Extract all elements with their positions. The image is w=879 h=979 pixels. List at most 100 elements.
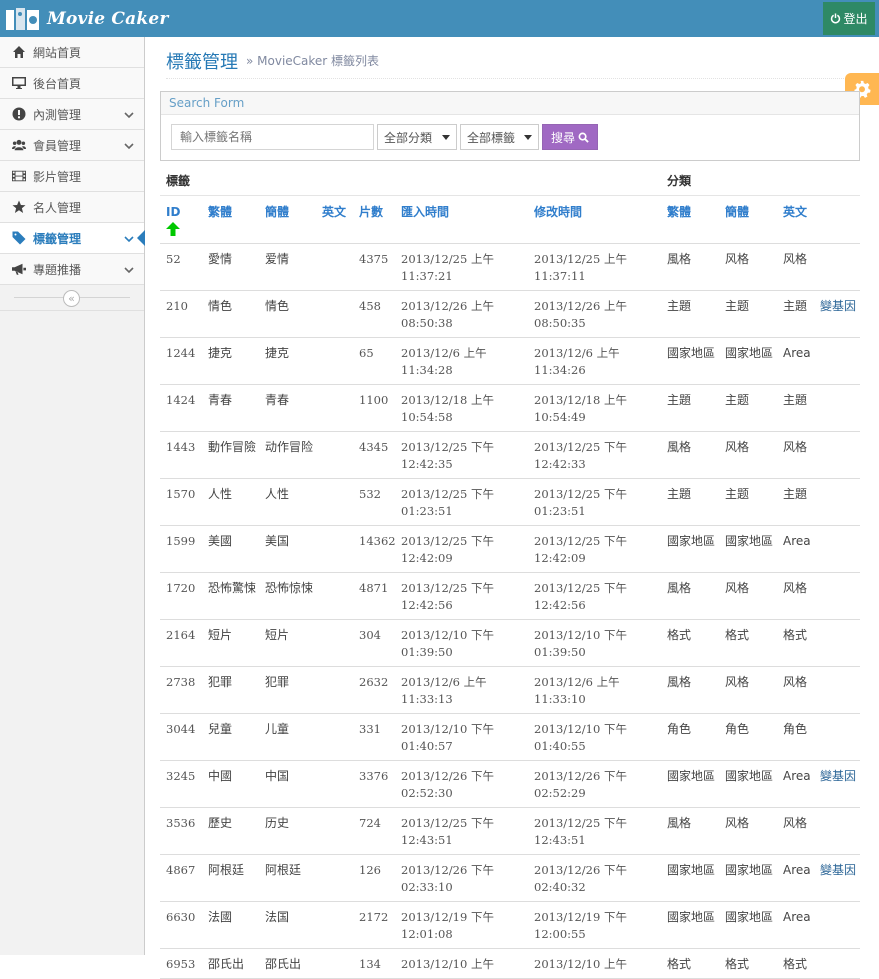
cell-imported: 2013/12/26 下午 02:52:30 xyxy=(395,760,528,808)
col-header-action xyxy=(814,195,861,244)
table-row: 4867 阿根廷 阿根廷 126 2013/12/26 下午 02:33:10 2013/… xyxy=(160,854,861,902)
cell-cat-trad: 國家地區 xyxy=(661,525,720,573)
col-header-simp[interactable]: 簡體 xyxy=(259,195,316,244)
cell-cat-simp: 角色 xyxy=(719,713,778,761)
col-header-modified[interactable]: 修改時間 xyxy=(528,195,662,244)
cell-simp: 犯罪 xyxy=(259,666,316,714)
sidebar-item-tags[interactable]: 標籤管理 xyxy=(0,223,145,254)
logout-button[interactable]: 登出 xyxy=(823,2,875,35)
cell-modified: 2013/12/25 下午 12:42:33 xyxy=(528,431,662,479)
cell-count: 532 xyxy=(353,478,395,526)
cell-cat-simp: 主题 xyxy=(719,384,778,432)
cell-cat-simp: 格式 xyxy=(719,619,778,667)
table-row: 52 愛情 爱情 4375 2013/12/25 上午 11:37:21 2013/12/… xyxy=(160,243,861,291)
cell-trad: 短片 xyxy=(202,619,259,667)
cell-modified: 2013/12/25 下午 12:43:51 xyxy=(528,807,662,855)
cell-simp: 短片 xyxy=(259,619,316,667)
tag-select[interactable]: 全部標籤 xyxy=(460,124,539,150)
cell-modified: 2013/12/10 下午 01:39:50 xyxy=(528,619,662,667)
col-header-imported[interactable]: 匯入時間 xyxy=(395,195,528,244)
cell-cat-simp: 國家地區 xyxy=(719,525,778,573)
col-header-cat-simp[interactable]: 簡體 xyxy=(719,195,778,244)
col-header-trad[interactable]: 繁體 xyxy=(202,195,259,244)
table-row: 3536 歷史 历史 724 2013/12/25 下午 12:43:51 2013/12… xyxy=(160,807,861,855)
chevron-down-icon xyxy=(124,140,134,150)
cell-trad: 情色 xyxy=(202,290,259,338)
cell-count: 2632 xyxy=(353,666,395,714)
cell-trad: 美國 xyxy=(202,525,259,573)
cell-cat-en: Area xyxy=(777,337,815,385)
sidebar-item-beta[interactable]: 內測管理 xyxy=(0,99,144,130)
sidebar-item-celebrities[interactable]: 名人管理 xyxy=(0,192,144,223)
cell-modified: 2013/12/18 上午 10:54:49 xyxy=(528,384,662,432)
cell-en xyxy=(316,666,353,714)
table-row: 3245 中國 中国 3376 2013/12/26 下午 02:52:30 2013/1… xyxy=(160,760,861,808)
col-header-count[interactable]: 片數 xyxy=(353,195,395,244)
cell-cat-trad: 主題 xyxy=(661,384,720,432)
cell-modified: 2013/12/10 下午 01:40:55 xyxy=(528,713,662,761)
brand-logo[interactable]: Movie Caker xyxy=(5,4,169,34)
cell-action: 變基因 xyxy=(814,290,861,338)
cell-count: 4345 xyxy=(353,431,395,479)
sidebar-item-movies[interactable]: 影片管理 xyxy=(0,161,144,192)
sidebar-item-admin-home[interactable]: 後台首頁 xyxy=(0,68,144,99)
cell-cat-simp: 格式 xyxy=(719,948,778,979)
col-header-cat-en[interactable]: 英文 xyxy=(777,195,815,244)
cell-cat-en: Area xyxy=(777,525,815,573)
cell-cat-en: Area xyxy=(777,760,815,808)
cell-modified: 2013/12/25 下午 12:42:56 xyxy=(528,572,662,620)
col-header-en[interactable]: 英文 xyxy=(316,195,353,244)
cell-action xyxy=(814,337,861,385)
table-body: 52 愛情 爱情 4375 2013/12/25 上午 11:37:21 2013/12/… xyxy=(160,243,861,979)
cell-cat-trad: 主題 xyxy=(661,478,720,526)
search-form: Search Form 全部分類 全部標籤 搜尋 xyxy=(160,91,860,161)
cell-simp: 中国 xyxy=(259,760,316,808)
cell-trad: 捷克 xyxy=(202,337,259,385)
cell-cat-en: 格式 xyxy=(777,619,815,667)
change-gene-link[interactable]: 變基因 xyxy=(820,769,856,783)
cell-id: 52 xyxy=(160,243,202,291)
cell-trad: 動作冒險 xyxy=(202,431,259,479)
cell-trad: 邵氏出 xyxy=(202,948,259,979)
cell-simp: 美国 xyxy=(259,525,316,573)
cell-cat-trad: 風格 xyxy=(661,572,720,620)
sort-ascending-arrow-icon xyxy=(166,221,180,236)
table-row: 2164 短片 短片 304 2013/12/10 下午 01:39:50 2013/12… xyxy=(160,619,861,667)
group-header-tag: 標籤 xyxy=(160,163,662,196)
cell-trad: 犯罪 xyxy=(202,666,259,714)
cell-modified: 2013/12/10 上午 xyxy=(528,948,662,979)
sidebar-item-label: 名人管理 xyxy=(33,200,82,215)
change-gene-link[interactable]: 變基因 xyxy=(820,863,856,877)
tag-table: 標籤 分類 ID 繁體 簡體 英文 片數 匯入時間 修改時間 繁體 簡體 英文 … xyxy=(160,163,861,979)
cell-count: 331 xyxy=(353,713,395,761)
page-header: 標籤管理 » MovieCaker 標籤列表 xyxy=(166,47,858,79)
col-header-cat-trad[interactable]: 繁體 xyxy=(661,195,720,244)
tag-name-search-input[interactable] xyxy=(171,124,374,150)
cell-count: 4375 xyxy=(353,243,395,291)
cell-count: 304 xyxy=(353,619,395,667)
cell-modified: 2013/12/25 下午 01:23:51 xyxy=(528,478,662,526)
cell-count: 134 xyxy=(353,948,395,979)
cell-en xyxy=(316,384,353,432)
cell-imported: 2013/12/25 下午 01:23:51 xyxy=(395,478,528,526)
cell-en xyxy=(316,290,353,338)
sidebar-item-featured[interactable]: 專題推播 xyxy=(0,254,144,285)
sidebar-item-site-home[interactable]: 網站首頁 xyxy=(0,37,144,68)
cell-en xyxy=(316,854,353,902)
cell-en xyxy=(316,807,353,855)
col-header-id[interactable]: ID xyxy=(160,195,202,244)
sidebar: 網站首頁 後台首頁 內測管理 會員管理 影片管理 名人管理 標籤管理 專題推播 … xyxy=(0,37,145,955)
change-gene-link[interactable]: 變基因 xyxy=(820,299,856,313)
cell-trad: 人性 xyxy=(202,478,259,526)
sidebar-item-label: 內測管理 xyxy=(33,107,82,122)
cell-cat-simp: 主题 xyxy=(719,478,778,526)
sidebar-item-members[interactable]: 會員管理 xyxy=(0,130,144,161)
cell-en xyxy=(316,619,353,667)
search-button[interactable]: 搜尋 xyxy=(542,124,598,150)
collapse-sidebar-button[interactable]: « xyxy=(63,290,80,307)
category-select[interactable]: 全部分類 xyxy=(377,124,457,150)
cell-imported: 2013/12/25 下午 12:42:56 xyxy=(395,572,528,620)
cell-cat-en: 风格 xyxy=(777,666,815,714)
cell-en xyxy=(316,713,353,761)
cell-count: 14362 xyxy=(353,525,396,573)
